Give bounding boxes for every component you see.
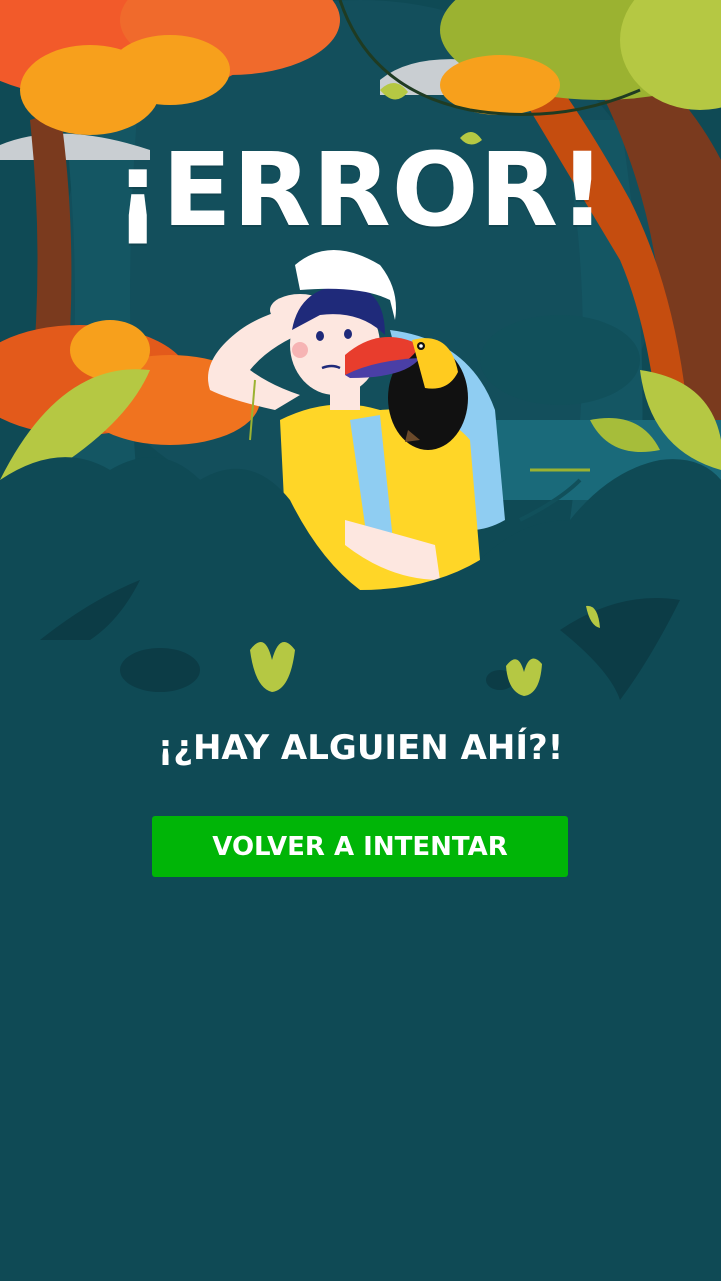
error-title: ¡ERROR!	[114, 131, 607, 250]
retry-button[interactable]: VOLVER A INTENTAR	[152, 816, 568, 877]
error-subtitle: ¡¿HAY ALGUIEN AHÍ?!	[157, 728, 564, 768]
error-screen: ¡ERROR! ¡¿HAY ALGUIEN AHÍ?! VOLVER A INT…	[0, 0, 721, 1281]
jungle-illustration	[0, 0, 721, 720]
lost-explorer-icon	[0, 0, 721, 720]
